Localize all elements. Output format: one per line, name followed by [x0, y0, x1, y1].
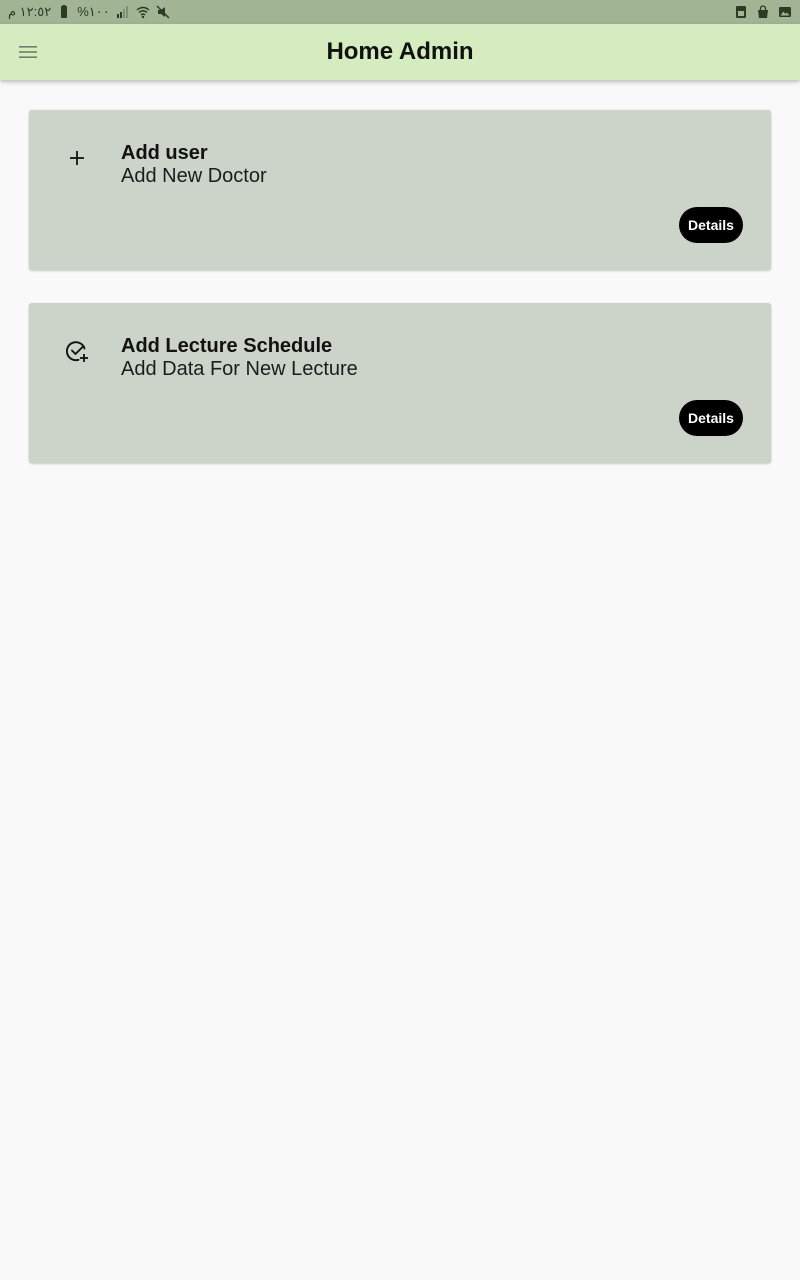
bag-icon [756, 5, 770, 19]
signal-icon [116, 5, 130, 19]
status-left: ١٢:٥٢ م %١٠٠ [8, 4, 170, 20]
app-bar: Home Admin [0, 24, 800, 80]
add-user-details-button[interactable]: Details [679, 207, 743, 243]
status-right [734, 5, 792, 19]
check-circle-add-icon [63, 337, 91, 365]
battery-icon [57, 5, 71, 19]
add-lecture-schedule-card[interactable]: Add Lecture Schedule Add Data For New Le… [29, 303, 771, 463]
menu-button[interactable] [8, 32, 48, 72]
card-subtitle: Add New Doctor [121, 165, 267, 187]
add-user-card[interactable]: Add user Add New Doctor Details [29, 110, 771, 270]
card-title: Add user [121, 142, 208, 164]
image-icon [778, 5, 792, 19]
card-subtitle: Add Data For New Lecture [121, 358, 358, 380]
page-title: Home Admin [326, 38, 474, 65]
sim-icon [734, 5, 748, 19]
status-bar: ١٢:٥٢ م %١٠٠ [0, 0, 800, 24]
status-time: ١٢:٥٢ م [8, 4, 52, 19]
wifi-icon [136, 5, 150, 19]
plus-icon [63, 144, 91, 172]
status-battery: %١٠٠ [77, 4, 110, 19]
hamburger-menu-icon [19, 46, 37, 58]
card-title: Add Lecture Schedule [121, 335, 333, 357]
add-lecture-details-button[interactable]: Details [679, 400, 743, 436]
mute-icon [156, 5, 170, 19]
